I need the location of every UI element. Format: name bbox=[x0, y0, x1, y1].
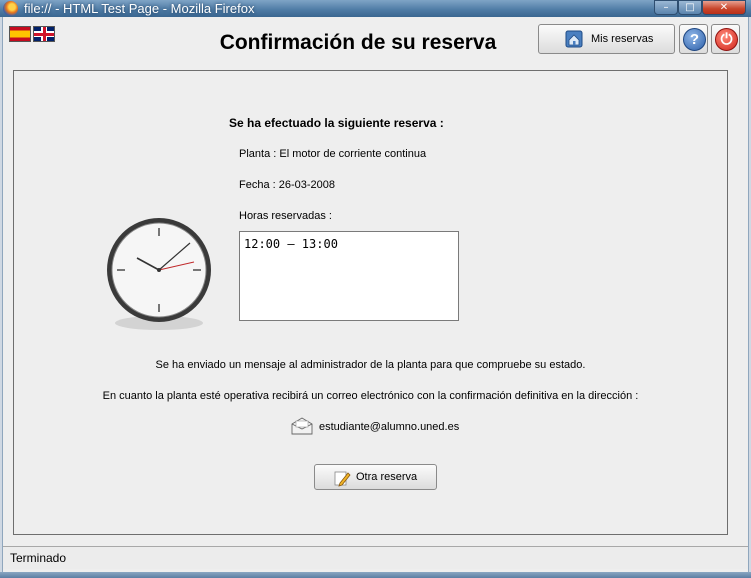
status-text: Terminado bbox=[10, 551, 67, 565]
confirmation-message: En cuanto la planta esté operativa recib… bbox=[102, 390, 639, 402]
email-address: estudiante@alumno.uned.es bbox=[319, 421, 460, 433]
house-icon bbox=[565, 30, 583, 48]
reservation-heading: Se ha efectuado la siguiente reserva : bbox=[229, 116, 444, 130]
otra-reserva-label: Otra reserva bbox=[356, 471, 418, 483]
admin-message: Se ha enviado un mensaje al administrado… bbox=[155, 359, 586, 371]
status-bar: Terminado bbox=[3, 546, 748, 569]
envelope-icon bbox=[291, 417, 313, 435]
power-icon: ⏻ bbox=[715, 28, 738, 51]
clock-icon bbox=[107, 218, 211, 330]
window-titlebar: file:// - HTML Test Page - Mozilla Firef… bbox=[0, 0, 751, 17]
help-icon: ? bbox=[683, 28, 706, 51]
firefox-icon bbox=[3, 1, 18, 16]
mis-reservas-button[interactable]: Mis reservas bbox=[538, 24, 675, 54]
maximize-button[interactable]: □ bbox=[678, 0, 702, 15]
horas-label: Horas reservadas : bbox=[239, 210, 332, 222]
page-title: Confirmación de su reserva bbox=[219, 31, 497, 54]
otra-reserva-button[interactable]: Otra reserva bbox=[314, 464, 437, 490]
close-window-button[interactable]: ✕ bbox=[702, 0, 746, 15]
minimize-button[interactable]: – bbox=[654, 0, 678, 15]
browser-content: Confirmación de su reserva Mis reservas … bbox=[2, 17, 749, 572]
pencil-icon bbox=[334, 471, 351, 487]
fecha-text: Fecha : 26-03-2008 bbox=[239, 179, 336, 191]
planta-text: Planta : El motor de corriente continua bbox=[239, 148, 427, 160]
logout-button[interactable]: ⏻ bbox=[711, 24, 740, 54]
window-title: file:// - HTML Test Page - Mozilla Firef… bbox=[24, 1, 255, 16]
window-bottom-border bbox=[0, 572, 751, 578]
reservation-panel: Se ha efectuado la siguiente reserva : P… bbox=[13, 70, 728, 535]
help-button[interactable]: ? bbox=[679, 24, 708, 54]
uk-flag-icon[interactable] bbox=[33, 26, 55, 42]
spain-flag-icon[interactable] bbox=[9, 26, 31, 42]
reserved-hours-box[interactable]: 12:00 – 13:00 bbox=[239, 231, 459, 321]
mis-reservas-label: Mis reservas bbox=[591, 33, 654, 45]
